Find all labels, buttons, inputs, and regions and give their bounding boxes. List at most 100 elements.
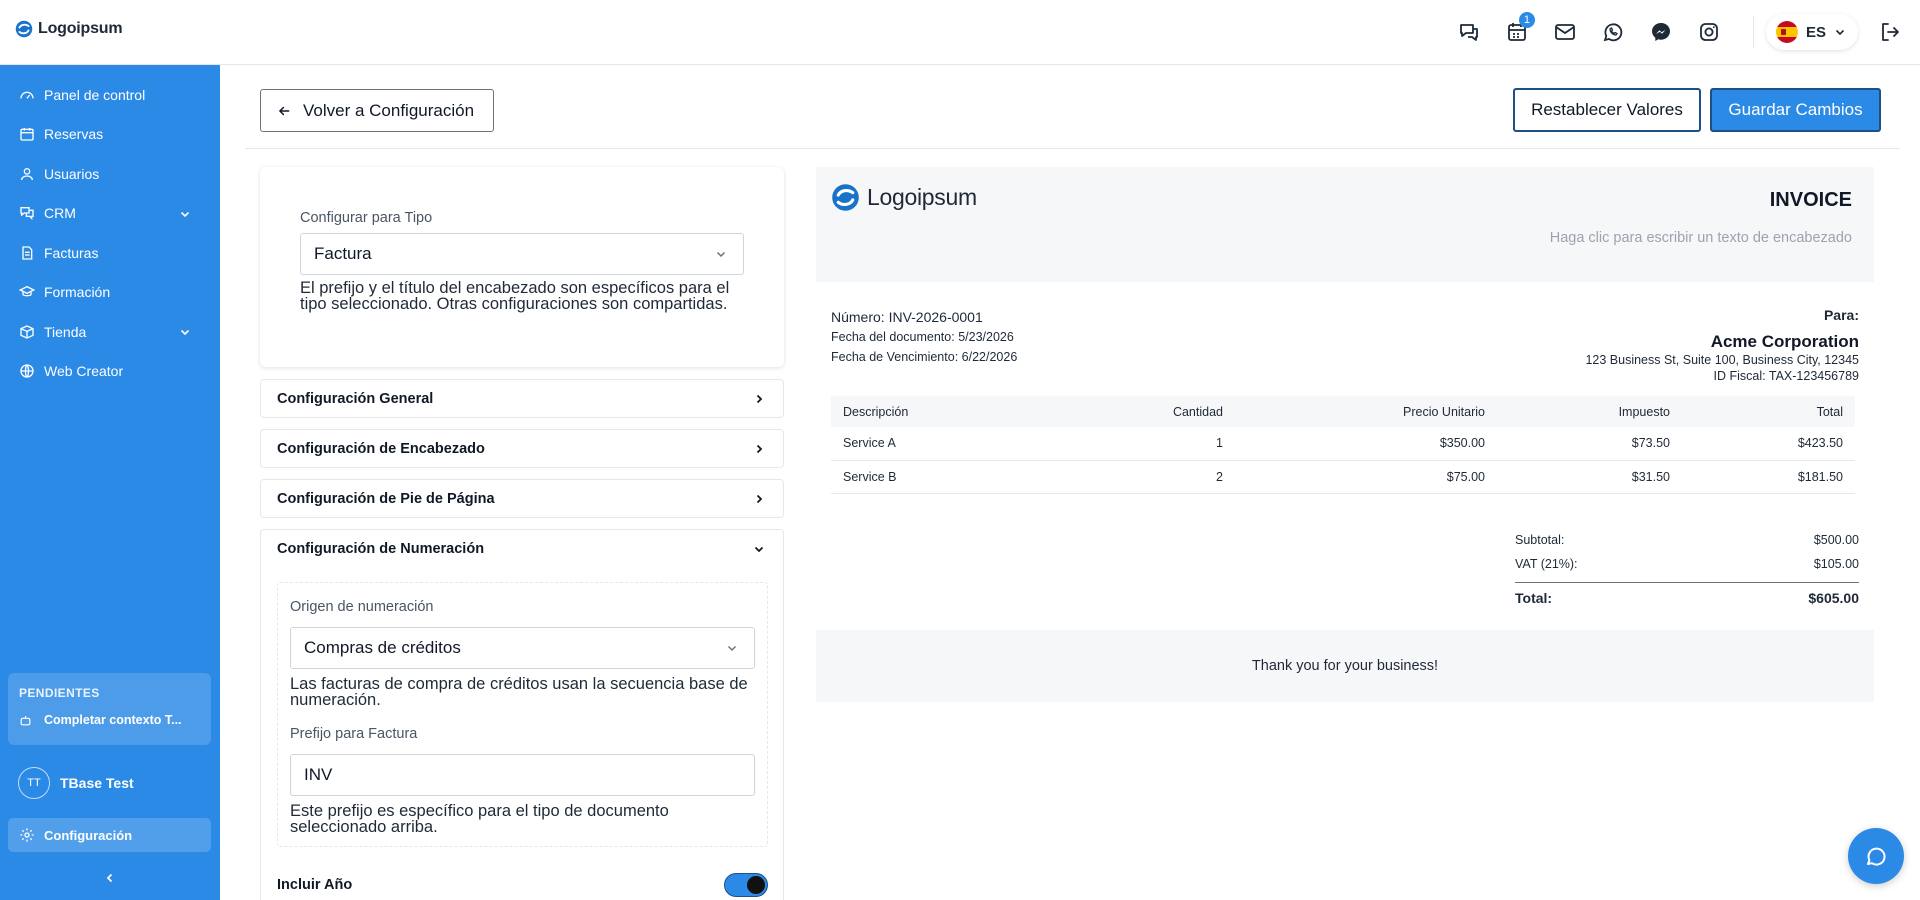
sidebar-item-crm[interactable]: CRM [0, 194, 220, 234]
table-cell: $73.50 [1497, 427, 1682, 461]
sidebar-item-invoices[interactable]: Facturas [0, 233, 220, 273]
messenger-icon[interactable] [1649, 20, 1673, 44]
table-cell: $181.50 [1682, 460, 1855, 494]
arrow-left-icon [278, 106, 290, 115]
column-header: Cantidad [1061, 396, 1235, 427]
logout-icon[interactable] [1878, 20, 1902, 44]
company-name: Acme Corporation [1710, 332, 1859, 351]
chevron-down-icon [727, 645, 737, 652]
chat-bubble-icon [1867, 847, 1886, 866]
document-icon [22, 246, 33, 260]
table-cell: $31.50 [1497, 460, 1682, 494]
origin-label: Origen de numeración [290, 599, 434, 615]
due-value: 6/22/2026 [961, 350, 1018, 364]
invoice-preview: Logoipsum INVOICE Haga clic para escribi… [816, 167, 1874, 900]
type-label: Configurar para Tipo [300, 210, 433, 226]
invoice-header: Logoipsum INVOICE Haga clic para escribi… [816, 167, 1874, 282]
calendar-badge: 1 [1518, 12, 1535, 28]
mail-icon[interactable] [1553, 20, 1577, 44]
section-title: Configuración de Encabezado [277, 440, 485, 457]
table-row: Service B 2 $75.00 $31.50 $181.50 [831, 460, 1855, 494]
calendar-icon [20, 128, 34, 141]
pending-item-label: Completar contexto T... [44, 713, 182, 727]
whatsapp-icon[interactable] [1601, 20, 1625, 44]
sidebar-item-web-creator[interactable]: Web Creator [0, 352, 220, 392]
save-changes-button[interactable]: Guardar Cambios [1710, 88, 1881, 132]
date-value: 5/23/2026 [958, 330, 1014, 344]
sidebar-item-label: Tienda [44, 323, 87, 340]
prefix-help-text: Este prefijo es específico para el tipo … [290, 802, 669, 836]
logo-mark-icon [15, 20, 33, 38]
column-header: Precio Unitario [1235, 396, 1497, 427]
language-selector[interactable]: ES [1766, 14, 1858, 50]
sidebar-item-users[interactable]: Usuarios [0, 154, 220, 194]
chevron-down-icon [754, 546, 764, 553]
chevron-right-icon [756, 494, 763, 504]
column-header: Impuesto [1497, 396, 1682, 427]
invoice-logo: Logoipsum [831, 183, 977, 212]
calendar-icon[interactable]: 1 [1505, 12, 1535, 44]
collapse-sidebar-button[interactable] [104, 872, 116, 884]
gear-icon [20, 828, 34, 842]
table-cell: 1 [1061, 427, 1235, 461]
robot-icon [20, 715, 31, 725]
app-logo[interactable]: Logoipsum [15, 20, 123, 38]
pending-item[interactable]: Completar contexto T... [19, 713, 182, 727]
total-label: Total: [1515, 589, 1553, 606]
main-content: Volver a Configuración Restablecer Valor… [220, 65, 1920, 900]
reset-values-button[interactable]: Restablecer Valores [1513, 88, 1701, 132]
globe-icon [20, 364, 34, 378]
table-row: Service A 1 $350.00 $73.50 $423.50 [831, 427, 1855, 461]
vat-label: VAT (21%): [1515, 557, 1578, 571]
document-type-select[interactable]: Factura [300, 233, 744, 275]
user-profile[interactable]: TT TBase Test [18, 767, 134, 799]
back-to-settings-button[interactable]: Volver a Configuración [260, 89, 494, 132]
section-header-settings[interactable]: Configuración de Encabezado [260, 429, 784, 468]
section-general-settings[interactable]: Configuración General [260, 379, 784, 418]
sidebar-item-label: Facturas [44, 244, 99, 261]
sidebar-item-label: Reservas [44, 126, 104, 143]
numbering-fields-box: Origen de numeración Compras de créditos… [277, 582, 768, 847]
section-title: Configuración de Numeración [277, 540, 485, 557]
user-icon [21, 167, 33, 180]
section-footer-settings[interactable]: Configuración de Pie de Página [260, 479, 784, 518]
sidebar-item-bookings[interactable]: Reservas [0, 115, 220, 155]
table-cell: $423.50 [1682, 427, 1855, 461]
header-text-placeholder[interactable]: Haga clic para escribir un texto de enca… [1550, 230, 1852, 246]
chat-support-button[interactable] [1848, 828, 1904, 884]
instagram-icon[interactable] [1697, 20, 1721, 44]
company-tax-id: ID Fiscal: TAX-123456789 [1713, 369, 1859, 383]
avatar: TT [18, 767, 50, 799]
divider [245, 148, 1900, 149]
subtotal-value: $500.00 [1813, 533, 1859, 547]
numbering-origin-select[interactable]: Compras de créditos [290, 627, 755, 669]
logo-text: Logoipsum [38, 20, 123, 37]
chevron-right-icon [756, 444, 763, 454]
number-label: Número: [831, 309, 885, 325]
document-type-card: Configurar para Tipo Factura El prefijo … [260, 167, 784, 367]
table-cell: $75.00 [1235, 460, 1497, 494]
table-cell: Service A [831, 427, 1061, 461]
prefix-input[interactable]: INV [290, 754, 755, 796]
back-button-label: Volver a Configuración [303, 100, 475, 120]
table-cell: $350.00 [1235, 427, 1497, 461]
include-year-toggle[interactable] [724, 873, 768, 897]
origin-select-value: Compras de créditos [304, 638, 461, 657]
chevron-down-icon [180, 329, 190, 336]
chat-bubbles-icon[interactable] [1457, 20, 1481, 44]
table-cell: Service B [831, 460, 1061, 494]
sidebar-item-settings[interactable]: Configuración [8, 818, 211, 852]
sidebar-item-shop[interactable]: Tienda [0, 312, 220, 352]
sidebar-item-training[interactable]: Formación [0, 273, 220, 313]
chevron-right-icon [756, 394, 763, 404]
package-icon [20, 325, 34, 339]
type-select-value: Factura [314, 244, 372, 263]
section-numbering-settings[interactable]: Configuración de Numeración [260, 529, 784, 568]
total-value: $605.00 [1808, 589, 1859, 606]
sidebar-item-dashboard[interactable]: Panel de control [0, 75, 220, 115]
pending-panel: PENDIENTES Completar contexto T... [8, 673, 211, 745]
prefix-label: Prefijo para Factura [290, 726, 418, 742]
language-code: ES [1805, 23, 1826, 41]
include-year-label: Incluir Año [277, 877, 353, 893]
sidebar-item-label: CRM [44, 205, 76, 222]
